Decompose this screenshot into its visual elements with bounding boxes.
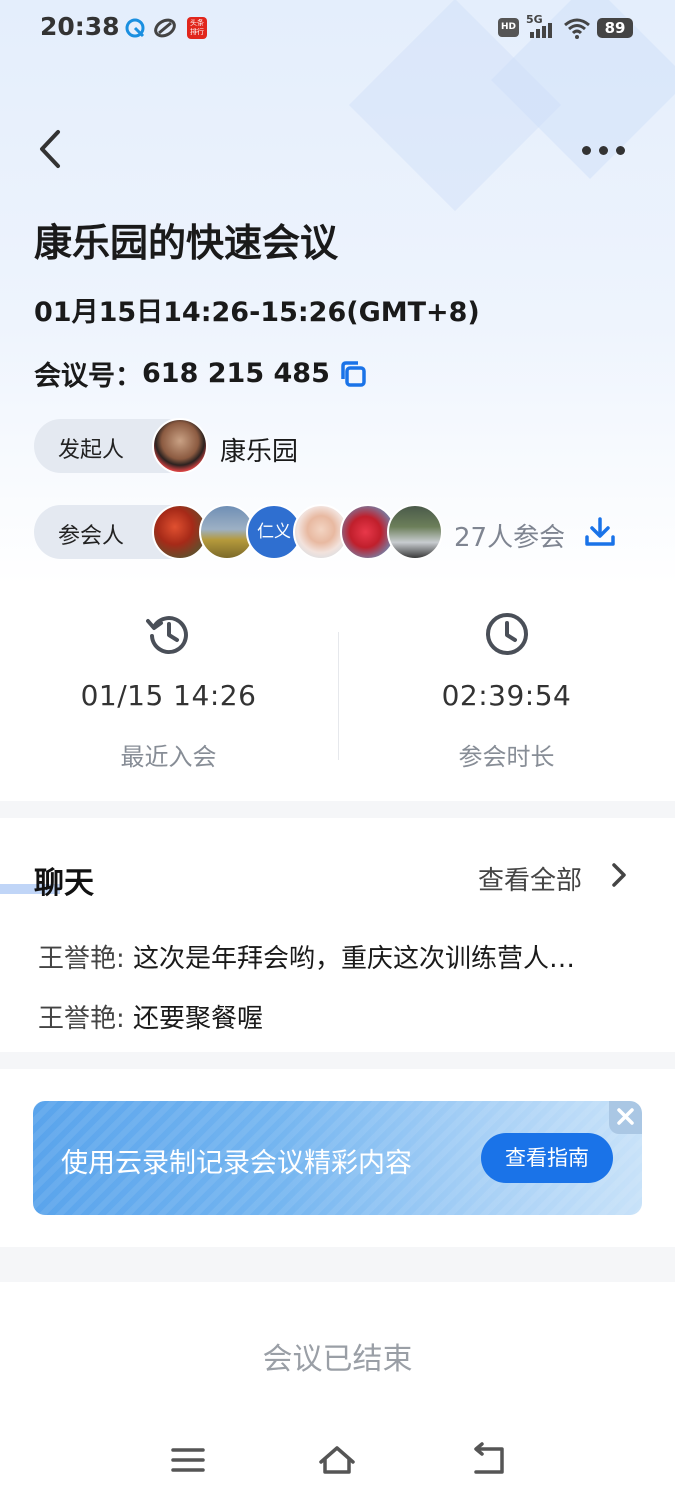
menu-icon[interactable] — [168, 1442, 208, 1478]
host-name: 康乐园 — [220, 437, 299, 467]
clock-icon — [486, 613, 528, 655]
chat-text: 这次是年拜会哟，重庆这次训练营人… — [133, 944, 576, 974]
download-icon[interactable] — [583, 515, 617, 549]
chat-sender: 王誉艳: — [38, 1004, 125, 1034]
chat-text: 还要聚餐喔 — [133, 1004, 264, 1034]
attendee-avatars[interactable]: 仁义 — [152, 504, 452, 562]
duration-stat: 02:39:54 参会时长 — [338, 585, 675, 801]
signal-icon — [530, 23, 552, 38]
view-all-chat-button[interactable]: 查看全部 — [478, 860, 582, 897]
recent-join-stat: 01/15 14:26 最近入会 — [0, 585, 337, 801]
wifi-icon — [564, 18, 590, 39]
meeting-id-row: 会议号： 618 215 485 — [34, 354, 368, 393]
chat-title-wrap: 聊天 — [34, 858, 94, 902]
meeting-title: 康乐园的快速会议 — [34, 221, 339, 265]
home-icon[interactable] — [317, 1442, 357, 1478]
chat-sender: 王誉艳: — [38, 944, 125, 974]
duration-value: 02:39:54 — [441, 679, 572, 712]
host-avatar[interactable] — [152, 418, 208, 474]
more-options-icon[interactable] — [578, 136, 630, 164]
banner-text: 使用云录制记录会议精彩内容 — [61, 1148, 412, 1179]
link-app-icon — [154, 18, 176, 38]
chevron-right-icon[interactable] — [608, 860, 630, 890]
system-nav-bar — [0, 1420, 675, 1500]
back-nav-icon[interactable] — [468, 1442, 508, 1478]
view-guide-button[interactable]: 查看指南 — [481, 1133, 613, 1183]
recent-join-value: 01/15 14:26 — [80, 679, 257, 712]
cloud-recording-banner[interactable]: 使用云录制记录会议精彩内容 查看指南 — [33, 1101, 642, 1215]
divider — [338, 632, 339, 760]
avatar — [387, 504, 443, 560]
cloud-recording-banner-card: 使用云录制记录会议精彩内容 查看指南 — [0, 1069, 675, 1247]
copy-icon[interactable] — [338, 359, 368, 389]
meeting-id-value: 618 215 485 — [142, 358, 330, 389]
qq-browser-icon — [125, 18, 145, 38]
news-app-icon: 头条 排行 — [187, 17, 207, 39]
history-icon — [146, 616, 188, 655]
hd-icon: HD — [498, 18, 519, 37]
meeting-time-range: 01月15日14:26-15:26(GMT+8) — [34, 297, 480, 328]
battery-icon: 89 — [597, 18, 633, 38]
chat-message[interactable]: 王誉艳: 还要聚餐喔 — [38, 998, 638, 1035]
attendee-count[interactable]: 27人参会 — [454, 517, 565, 554]
meeting-header-area: 20:38 头条 排行 HD 5G 89 康乐园的快速会议 01月15日14:2… — [0, 0, 675, 585]
back-icon[interactable] — [30, 124, 74, 174]
chat-message[interactable]: 王誉艳: 这次是年拜会哟，重庆这次训练营人… — [38, 938, 638, 975]
meeting-id-label: 会议号： — [34, 361, 142, 392]
meeting-ended-text: 会议已结束 — [262, 1342, 413, 1377]
chat-title: 聊天 — [34, 866, 94, 901]
close-icon[interactable] — [609, 1101, 642, 1134]
news-app-text: 头条 排行 — [190, 19, 204, 36]
attendees-label: 参会人 — [58, 524, 125, 549]
status-time: 20:38 — [40, 12, 120, 41]
status-bar: 20:38 头条 排行 HD 5G 89 — [0, 0, 675, 58]
host-label: 发起人 — [58, 438, 125, 463]
recent-join-label: 最近入会 — [120, 743, 217, 771]
duration-label: 参会时长 — [458, 743, 555, 771]
chat-card: 聊天 查看全部 王誉艳: 这次是年拜会哟，重庆这次训练营人… 王誉艳: 还要聚餐… — [0, 818, 675, 1052]
